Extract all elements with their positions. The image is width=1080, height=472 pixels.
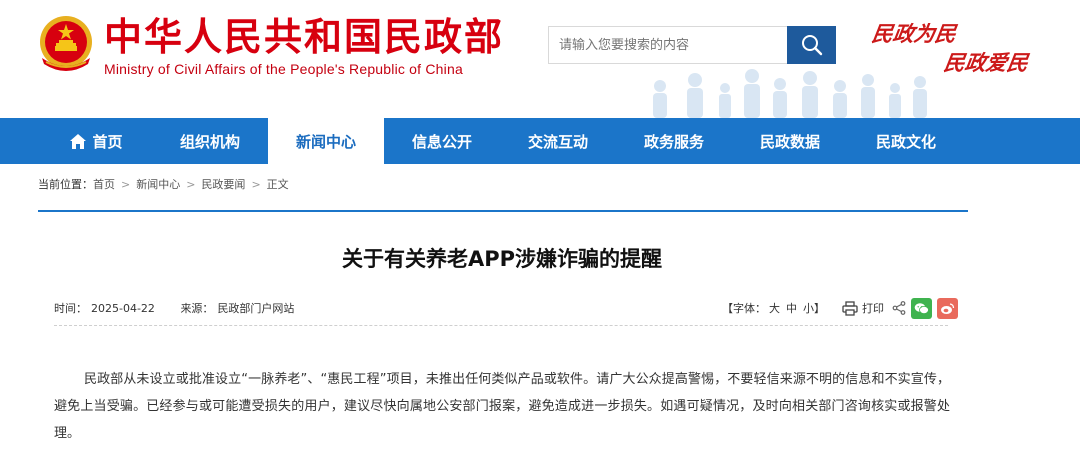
- nav-item-gov-services[interactable]: 政务服务: [616, 118, 732, 164]
- breadcrumb-separator: >: [251, 177, 261, 191]
- search-button[interactable]: [787, 26, 836, 64]
- people-silhouettes-decoration: [653, 69, 927, 118]
- wechat-share-icon[interactable]: [911, 297, 932, 319]
- breadcrumb-separator: >: [186, 177, 196, 191]
- publish-date: 2025-04-22: [91, 302, 155, 315]
- nav-item-label: 民政数据: [759, 132, 820, 151]
- article-meta: 时间： 2025-04-22 来源： 民政部门户网站: [54, 300, 298, 316]
- site-header: 中华人民共和国民政部 Ministry of Civil Affairs of …: [0, 0, 1080, 118]
- nav-item-label: 信息公开: [411, 132, 472, 151]
- home-icon: [69, 133, 87, 150]
- breadcrumb-news[interactable]: 民政要闻: [201, 176, 245, 192]
- nav-item-label: 首页: [92, 132, 123, 151]
- article-tools: 【字体： 大 中 小】 打印: [722, 296, 958, 320]
- nav-item-info-disclosure[interactable]: 信息公开: [384, 118, 500, 164]
- slogan-line-1: 民政为民: [870, 21, 958, 46]
- font-size-medium-button[interactable]: 中: [786, 300, 797, 316]
- weibo-share-icon[interactable]: [937, 297, 958, 319]
- printer-icon: [842, 300, 858, 316]
- national-emblem-icon[interactable]: [36, 14, 96, 76]
- search-icon: [801, 35, 822, 56]
- nav-item-label: 交流互动: [527, 132, 588, 151]
- article-source: 民政部门户网站: [217, 302, 295, 315]
- nav-item-label: 新闻中心: [295, 132, 356, 151]
- share-icon[interactable]: [892, 301, 906, 315]
- source-label: 来源：: [180, 302, 214, 315]
- site-title[interactable]: 中华人民共和国民政部: [104, 12, 504, 62]
- breadcrumb-home[interactable]: 首页: [93, 176, 115, 192]
- breadcrumb: 当前位置： 首页 > 新闻中心 > 民政要闻 > 正文: [38, 176, 289, 192]
- font-size-small-button[interactable]: 小】: [803, 300, 825, 316]
- main-nav: 首页 组织机构 新闻中心 信息公开 交流互动 政务服务 民政数据 民政文化: [0, 118, 1080, 164]
- nav-item-civil-culture[interactable]: 民政文化: [848, 118, 964, 164]
- meta-divider: [54, 325, 948, 326]
- nav-item-news-center[interactable]: 新闻中心: [268, 118, 384, 164]
- article-body: 民政部从未设立或批准设立“一脉养老”、“惠民工程”项目，未推出任何类似产品或软件…: [54, 372, 950, 441]
- breadcrumb-news-center[interactable]: 新闻中心: [136, 176, 180, 192]
- article-title: 关于有关养老APP涉嫌诈骗的提醒: [341, 247, 663, 271]
- nav-item-interaction[interactable]: 交流互动: [500, 118, 616, 164]
- print-button[interactable]: 打印: [842, 300, 884, 316]
- nav-item-organization[interactable]: 组织机构: [152, 118, 268, 164]
- breadcrumb-divider: [38, 210, 968, 212]
- nav-item-label: 组织机构: [179, 132, 240, 151]
- nav-item-label: 政务服务: [643, 132, 704, 151]
- breadcrumb-current: 正文: [266, 178, 289, 191]
- time-label: 时间：: [54, 302, 87, 315]
- site-subtitle: Ministry of Civil Affairs of the People'…: [104, 61, 463, 77]
- font-size-label: 【字体：: [722, 302, 766, 315]
- breadcrumb-separator: >: [121, 177, 131, 191]
- slogan-line-2: 民政爱民: [942, 50, 1030, 75]
- breadcrumb-prefix: 当前位置：: [38, 178, 93, 191]
- nav-item-civil-data[interactable]: 民政数据: [732, 118, 848, 164]
- nav-item-home[interactable]: 首页: [38, 118, 154, 164]
- print-label: 打印: [862, 302, 884, 315]
- search-input[interactable]: [548, 26, 788, 64]
- nav-item-label: 民政文化: [875, 132, 936, 151]
- font-size-large-button[interactable]: 大: [769, 300, 780, 316]
